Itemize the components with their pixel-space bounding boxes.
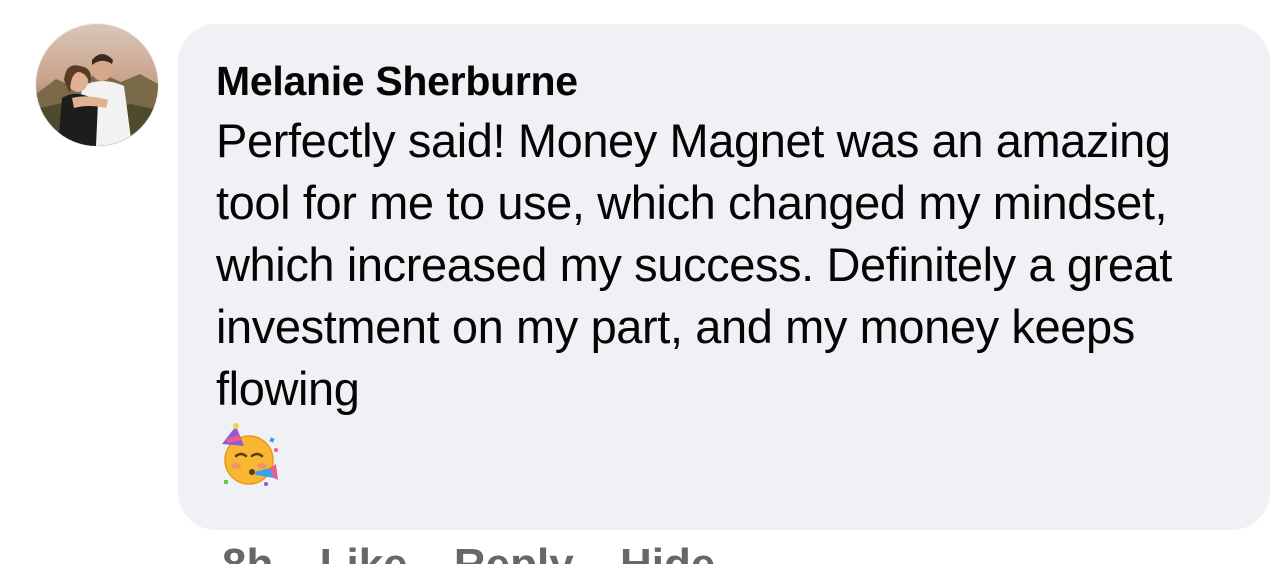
- emoji-line: [216, 422, 1232, 492]
- comment-screenshot: Melanie Sherburne Perfectly said! Money …: [0, 0, 1284, 564]
- like-button[interactable]: Like: [320, 540, 408, 564]
- comment-actions: 8h Like Reply Hide: [222, 540, 749, 564]
- profile-photo-icon: [36, 24, 158, 146]
- comment-bubble: Melanie Sherburne Perfectly said! Money …: [178, 24, 1270, 530]
- comment-time[interactable]: 8h: [222, 540, 273, 564]
- comment-text: Perfectly said! Money Magnet was an amaz…: [216, 114, 1172, 415]
- partying-face-icon: [222, 423, 278, 486]
- comment-author[interactable]: Melanie Sherburne: [216, 52, 1232, 110]
- reply-button[interactable]: Reply: [454, 540, 574, 564]
- hide-button[interactable]: Hide: [620, 540, 715, 564]
- avatar[interactable]: [36, 24, 158, 146]
